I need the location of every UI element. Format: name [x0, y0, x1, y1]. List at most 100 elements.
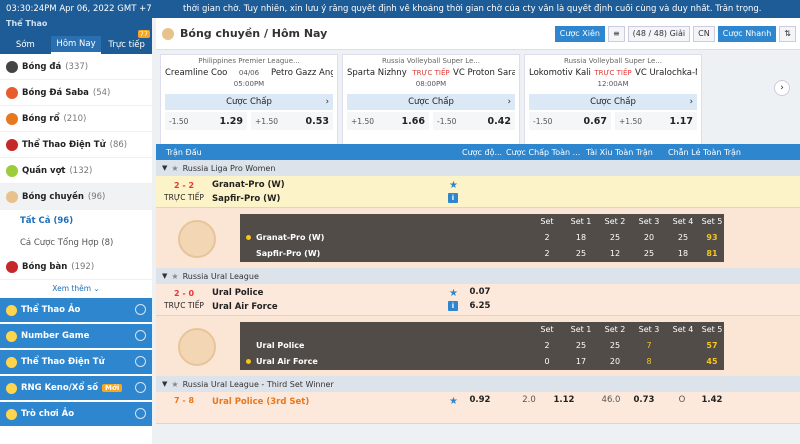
card-teams: Lokomotiv Kaliningrad... TRỰC TIẾP 12:00A… — [529, 68, 697, 90]
odds-button[interactable]: 0.73 — [626, 395, 662, 405]
match-table: ▼ ★ Russia Liga Pro Women 2 - 2 TRỰC TIẾP G… — [156, 160, 800, 424]
sort-order-icon[interactable]: ⇅ — [779, 25, 796, 42]
live-label: TRỰC TIẾP — [412, 69, 450, 77]
volleyball-icon — [162, 27, 174, 40]
sidebar-header: Thể Thao Sớm Hôm Nay Trực tiếp 77 — [0, 18, 152, 54]
team-name: Ural Police — [256, 341, 305, 350]
total-line: 46.0 — [601, 395, 621, 405]
sidebar-item-bong-chuyen[interactable]: Bóng chuyền (96) — [0, 184, 152, 210]
odds-button[interactable]: 1.42 — [694, 395, 730, 405]
sidebar-item-rng-keno[interactable]: RNG Keno/Xổ số Mới — [0, 376, 152, 400]
table-row: 7 - 8 Ural Police (3rd Set) ★ 0.92 2.0 1.… — [156, 392, 800, 424]
card-odds-row: -1.50 0.67 +1.50 1.17 — [529, 112, 697, 130]
sidebar-item-quan-vot[interactable]: Quần vợt (132) — [0, 158, 152, 184]
handicap: -1.50 — [533, 116, 553, 126]
league-header[interactable]: ▼ ★ Russia Liga Pro Women — [156, 160, 800, 176]
saba-ball-icon — [6, 86, 18, 99]
handicap: -1.50 — [169, 116, 189, 126]
match-teams: Granat-Pro (W) Sapfir-Pro (W) ★ i — [212, 176, 462, 207]
sport-label: Bóng Đá Saba — [22, 87, 89, 98]
odds-button-away[interactable]: +1.50 1.17 — [615, 112, 697, 130]
col-ft-odd-even: Chẵn Lẻ Toàn Trận — [668, 147, 742, 157]
quick-bet-toggle[interactable]: Cược Nhanh — [717, 25, 777, 42]
show-more-link[interactable]: Xem thêm ⌄ — [0, 280, 152, 298]
star-icon: ★ — [171, 271, 179, 281]
set-score: 18 — [677, 249, 689, 258]
announcement-marquee: thời gian chờ. Tuy nhiên, xin lưu ý rằng… — [183, 4, 762, 14]
sidebar-item-number-game[interactable]: Number Game — [0, 324, 152, 348]
odds-button-home[interactable]: +1.50 1.66 — [347, 112, 429, 130]
league-header[interactable]: ▼ ★ Russia Ural League — [156, 268, 800, 284]
handicap: +1.50 — [619, 116, 642, 126]
favorite-star-icon[interactable]: ★ — [449, 179, 458, 193]
sidebar-subitem-tong-hop[interactable]: Cá Cược Tổng Hợp (8) — [0, 232, 152, 254]
match-card[interactable]: Philippines Premier League... Creamline … — [160, 54, 338, 152]
league-filter-button[interactable]: (48 / 48) Giải — [627, 25, 691, 42]
odds-button-away[interactable]: +1.50 0.53 — [251, 112, 333, 130]
scoreboard-row: Granat-Pro (W) 2 18 25 20 25 93 — [240, 230, 724, 246]
blue-item-label: RNG Keno/Xổ số — [21, 383, 99, 393]
sport-count: (132) — [69, 165, 93, 176]
odds-value: 0.67 — [583, 115, 607, 127]
match-card[interactable]: Russia Volleyball Super Le... Sparta Niz… — [342, 54, 520, 152]
set-score: 17 — [575, 357, 587, 366]
odd-even-label: O — [678, 395, 686, 405]
parlay-button[interactable]: Cược Xiên — [554, 25, 605, 42]
sidebar-item-virtual-games[interactable]: Trò chơi Ảo — [0, 402, 152, 426]
header-cell: Set 4 — [672, 325, 694, 334]
sort-button[interactable]: ≡ — [607, 25, 625, 42]
basketball-icon — [6, 112, 18, 125]
match-status: 7 - 8 — [156, 392, 212, 423]
card-market-selector[interactable]: Cược Chấp › — [529, 94, 697, 110]
info-icon[interactable]: i — [448, 301, 458, 311]
sport-label: Quần vợt — [22, 165, 66, 176]
volleyball-icon — [6, 190, 18, 203]
odds-button[interactable]: 1.12 — [546, 395, 582, 405]
caret-down-icon: ▼ — [162, 380, 168, 388]
set-score: 8 — [646, 357, 652, 366]
sport-count: (86) — [109, 139, 128, 150]
volleyball-icon — [178, 328, 216, 366]
header-cell: Set — [540, 325, 554, 334]
ping-pong-icon — [6, 260, 18, 273]
set-score: 25 — [609, 341, 621, 350]
serve-indicator-icon — [246, 235, 251, 240]
tab-truc-tiep[interactable]: Trực tiếp 77 — [101, 30, 152, 54]
info-icon[interactable]: i — [448, 193, 458, 203]
odds-button-home[interactable]: -1.50 0.67 — [529, 112, 611, 130]
col-match: Trận Đấu — [166, 147, 202, 157]
sidebar-item-bong-da-saba[interactable]: Bóng Đá Saba (54) — [0, 80, 152, 106]
odds-button[interactable]: 0.07 — [462, 287, 498, 297]
sidebar-subitem-tat-ca[interactable]: Tất Cả (96) — [0, 210, 152, 232]
odds-button-away[interactable]: -1.50 0.42 — [433, 112, 515, 130]
sidebar-item-bong-da[interactable]: Bóng đá (337) — [0, 54, 152, 80]
carousel-next-button[interactable]: › — [774, 80, 790, 96]
blue-item-label: Thể Thao Ảo — [21, 305, 81, 315]
favorite-star-icon[interactable]: ★ — [449, 395, 458, 409]
volleyball-icon — [178, 220, 216, 258]
subitem-count: (8) — [101, 238, 114, 248]
league-header[interactable]: ▼ ★ Russia Ural League - Third Set Winner — [156, 376, 800, 392]
header-cell: Set 1 — [570, 325, 592, 334]
favorite-star-icon[interactable]: ★ — [449, 287, 458, 301]
header-cell: Set 5 — [701, 325, 723, 334]
card-market-selector[interactable]: Cược Chấp › — [347, 94, 515, 110]
sidebar-item-bong-ban[interactable]: Bóng bàn (192) — [0, 254, 152, 280]
tab-som[interactable]: Sớm — [0, 36, 51, 54]
tab-hom-nay[interactable]: Hôm Nay — [50, 36, 102, 54]
handicap: -1.50 — [437, 116, 457, 126]
live-label: TRỰC TIẾP — [164, 300, 204, 310]
odds-button[interactable]: 6.25 — [462, 301, 498, 311]
sidebar-item-esports[interactable]: Thể Thao Điện Tử (86) — [0, 132, 152, 158]
sidebar-item-bong-ro[interactable]: Bóng rổ (210) — [0, 106, 152, 132]
sport-label: Bóng đá — [22, 61, 62, 72]
chevron-right-icon: › — [325, 97, 329, 107]
match-card[interactable]: Russia Volleyball Super Le... Lokomotiv … — [524, 54, 702, 152]
odds-button-home[interactable]: -1.50 1.29 — [165, 112, 247, 130]
language-select[interactable]: CN — [693, 25, 715, 42]
sport-count: (192) — [71, 261, 95, 272]
sidebar-item-virtual-sports[interactable]: Thể Thao Ảo — [0, 298, 152, 322]
odds-button[interactable]: 0.92 — [462, 395, 498, 405]
sidebar-item-esports-link[interactable]: Thể Thao Điện Tử — [0, 350, 152, 374]
card-market-selector[interactable]: Cược Chấp › — [165, 94, 333, 110]
